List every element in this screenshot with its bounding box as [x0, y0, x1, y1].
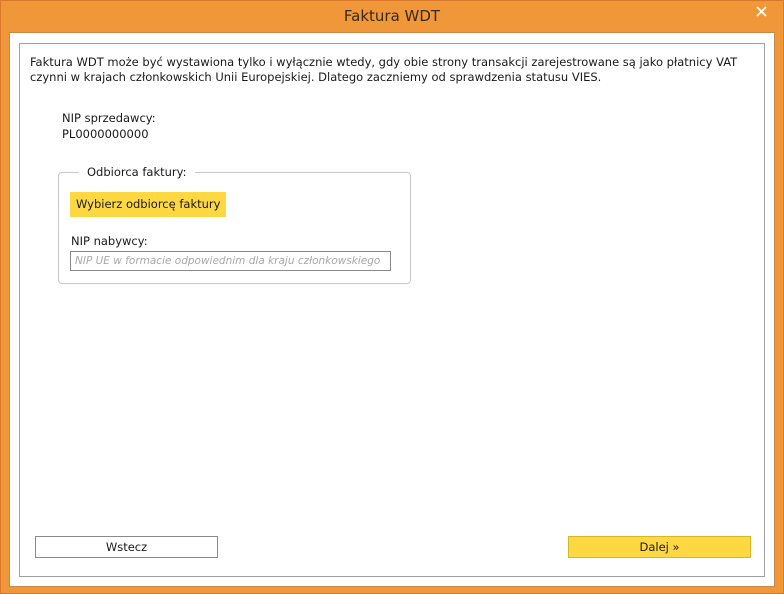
dialog-body: Faktura WDT może być wystawiona tylko i … — [9, 32, 775, 587]
back-button[interactable]: Wstecz — [35, 536, 218, 558]
recipient-group: Odbiorca faktury: Wybierz odbiorcę faktu… — [58, 165, 411, 284]
next-button[interactable]: Dalej » — [568, 536, 751, 558]
window-title: Faktura WDT — [343, 7, 441, 25]
intro-text: Faktura WDT może być wystawiona tylko i … — [30, 55, 738, 84]
close-icon — [756, 5, 767, 17]
seller-nip-label: NIP sprzedawcy: — [62, 111, 156, 125]
choose-recipient-button[interactable]: Wybierz odbiorcę faktury — [70, 192, 227, 217]
buyer-nip-label: NIP nabywcy: — [71, 234, 148, 248]
seller-nip-value: PL0000000000 — [62, 127, 149, 141]
close-button[interactable] — [744, 1, 779, 21]
dialog-window: Faktura WDT Faktura WDT może być wystawi… — [0, 0, 784, 594]
content-panel: Faktura WDT może być wystawiona tylko i … — [19, 43, 765, 577]
title-bar[interactable]: Faktura WDT — [1, 1, 783, 32]
buyer-nip-input[interactable] — [70, 251, 391, 271]
recipient-group-label: Odbiorca faktury: — [79, 165, 195, 179]
